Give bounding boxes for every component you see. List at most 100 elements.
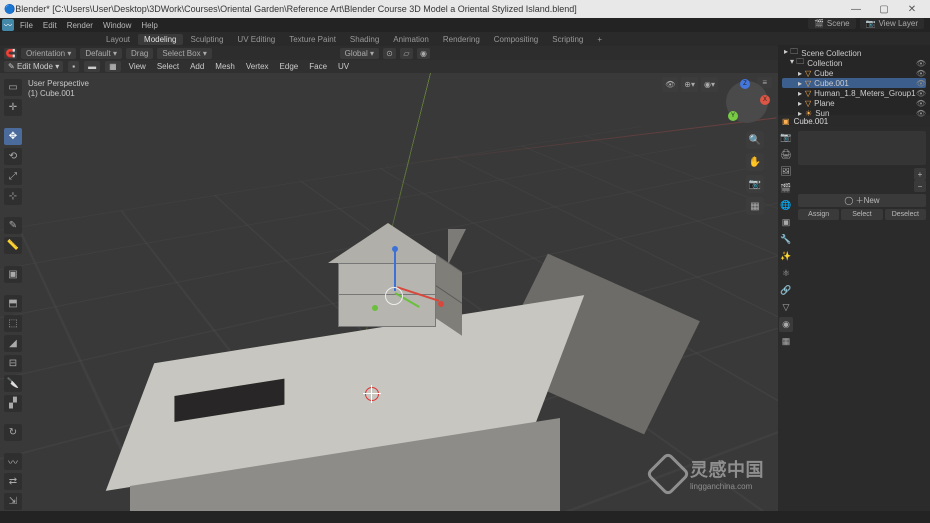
ptab-mesh-icon[interactable]: ▽ [779,300,793,315]
material-slot-list[interactable] [798,131,926,165]
pedestal-mesh[interactable] [130,333,570,511]
deselect-button[interactable]: Deselect [885,209,926,220]
tool-transform[interactable]: ⊹ [4,188,22,205]
new-material-button[interactable]: ◯ ＋ New [798,194,926,207]
add-material-slot-icon[interactable]: + [914,168,926,180]
edge-select-icon[interactable]: ▬ [84,61,100,72]
cube001-mesh[interactable] [330,223,450,327]
visibility-eye-icon[interactable]: 👁 [916,89,926,98]
navigation-gizmo[interactable]: X Y Z [726,81,768,123]
tab-shading[interactable]: Shading [344,34,385,45]
visibility-eye-icon[interactable]: 👁 [916,69,926,78]
tab-rendering[interactable]: Rendering [437,34,486,45]
menu-add[interactable]: Add [187,62,207,71]
ptab-particles-icon[interactable]: ✨ [779,249,793,264]
axis-z-knob[interactable] [392,246,398,252]
viewport-overlays-icon[interactable]: ◉▾ [701,77,718,92]
tab-animation[interactable]: Animation [387,34,435,45]
outliner-item-cube001[interactable]: ▸ ▽ Cube.001👁 [782,78,926,88]
pivot-icon[interactable]: ⊙ [383,48,396,59]
ptab-render-icon[interactable]: 📷 [779,130,793,145]
viewlayer-dropdown[interactable]: 📷 View Layer [860,18,924,29]
tool-select-box[interactable]: ▭ [4,79,22,96]
assign-button[interactable]: Assign [798,209,839,220]
nav-y-icon[interactable]: Y [728,111,738,121]
ptab-texture-icon[interactable]: ▦ [779,334,793,349]
close-button[interactable]: ✕ [898,1,926,17]
tab-texture-paint[interactable]: Texture Paint [283,34,342,45]
selectbox-dropdown[interactable]: Select Box ▾ [157,48,212,59]
tab-compositing[interactable]: Compositing [488,34,544,45]
menu-render[interactable]: Render [63,21,97,30]
tool-scale[interactable]: ⤢ [4,168,22,185]
nav-x-icon[interactable]: X [760,95,770,105]
3d-viewport[interactable]: ▭ ✛ ✥ ⟲ ⤢ ⊹ ✎ 📏 ▣ ⬒ ⬚ ◢ ⊟ 🔪 ▞ ↻ 〰 ⇄ ⇲ ▱ … [0,73,778,511]
tool-add-cube[interactable]: ▣ [4,266,22,283]
tool-spin[interactable]: ↻ [4,424,22,441]
axis-y-knob[interactable] [372,305,378,311]
tab-sculpting[interactable]: Sculpting [185,34,230,45]
visibility-eye-icon[interactable]: 👁 [916,79,926,88]
tool-polybuild[interactable]: ▞ [4,395,22,412]
blender-icon[interactable]: 〰 [2,19,14,31]
ptab-modifiers-icon[interactable]: 🔧 [779,232,793,247]
mode-dropdown[interactable]: ✎ Edit Mode ▾ [4,61,63,72]
menu-help[interactable]: Help [137,21,161,30]
viewport-gizmos-icon[interactable]: ⊕▾ [681,77,698,92]
tab-modeling[interactable]: Modeling [138,34,182,45]
menu-face[interactable]: Face [306,62,330,71]
perspective-toggle-icon[interactable]: ▦ [746,197,764,215]
tool-measure[interactable]: 📏 [4,237,22,254]
scene-dropdown[interactable]: 🎬 Scene [808,18,856,29]
menu-window[interactable]: Window [99,21,135,30]
ptab-world-icon[interactable]: 🌐 [779,198,793,213]
orientation-dropdown[interactable]: Orientation ▾ [21,48,76,59]
nav-z-icon[interactable]: Z [740,79,750,89]
visibility-eye-icon[interactable]: 👁 [916,99,926,108]
tool-extrude[interactable]: ⬒ [4,295,22,312]
outliner-collection[interactable]: ▾ 🗀 Collection👁 [782,58,926,68]
tool-rotate[interactable]: ⟲ [4,148,22,165]
tool-loopcut[interactable]: ⊟ [4,355,22,372]
ptab-physics-icon[interactable]: ⚛ [779,266,793,281]
snap-icon[interactable]: ▱ [400,48,413,59]
ptab-scene-icon[interactable]: 🎬 [779,181,793,196]
tool-knife[interactable]: 🔪 [4,375,22,392]
select-button[interactable]: Select [841,209,882,220]
menu-edge[interactable]: Edge [277,62,302,71]
transform-default-dropdown[interactable]: Default ▾ [80,48,122,59]
magnet-snap-icon[interactable]: 🧲 [4,48,17,59]
menu-vertex[interactable]: Vertex [243,62,272,71]
tool-inset[interactable]: ⬚ [4,315,22,332]
pan-icon[interactable]: ✋ [746,153,764,171]
tool-shrink[interactable]: ⇲ [4,493,22,510]
tab-uv-editing[interactable]: UV Editing [231,34,281,45]
global-orientation-dropdown[interactable]: Global ▾ [340,48,379,59]
tab-layout[interactable]: Layout [100,34,136,45]
tool-edge-slide[interactable]: ⇄ [4,473,22,490]
tool-annotate[interactable]: ✎ [4,217,22,234]
axis-z-arrow[interactable] [394,249,396,291]
view-gizmo-toggle-icon[interactable]: 👁 [662,77,678,92]
drag-dropdown[interactable]: Drag [126,48,153,59]
ptab-viewlayer-icon[interactable]: 🖼 [779,164,793,179]
outliner-item-human[interactable]: ▸ ▽ Human_1.8_Meters_Group1👁 [782,88,926,98]
gizmo-ring[interactable] [385,287,403,305]
maximize-button[interactable]: ▢ [870,1,898,17]
tab-add-workspace[interactable]: + [591,34,608,45]
proportional-icon[interactable]: ◉ [417,48,430,59]
outliner-panel[interactable]: ▸ 🗀 Scene Collection ▾ 🗀 Collection👁 ▸ ▽… [778,45,930,115]
menu-file[interactable]: File [16,21,37,30]
menu-select[interactable]: Select [154,62,182,71]
camera-view-icon[interactable]: 📷 [746,175,764,193]
tool-move[interactable]: ✥ [4,128,22,145]
ptab-material-icon[interactable]: ◉ [779,317,793,332]
menu-mesh[interactable]: Mesh [212,62,238,71]
tool-bevel[interactable]: ◢ [4,335,22,352]
tool-cursor[interactable]: ✛ [4,99,22,116]
outliner-item-plane[interactable]: ▸ ▽ Plane👁 [782,98,926,108]
visibility-eye-icon[interactable]: 👁 [916,109,926,118]
minimize-button[interactable]: — [842,1,870,17]
tool-smooth[interactable]: 〰 [4,453,22,470]
ptab-object-icon[interactable]: ▣ [779,215,793,230]
